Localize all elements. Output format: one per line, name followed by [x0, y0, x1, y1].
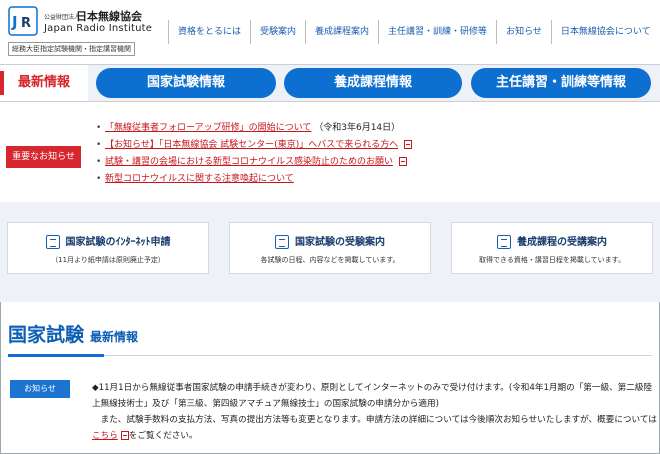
news-badge: お知らせ [10, 380, 70, 398]
notice-link[interactable]: 試験・講習の会場における新型コロナウイルス感染防止のためのお願い [105, 157, 393, 167]
brand-name-jp[interactable]: 日本無線協会 [76, 8, 142, 24]
list-item: 試験・講習の会場における新型コロナウイルス感染防止のためのお願い [96, 154, 412, 171]
section-heading: 国家試験 最新情報 [8, 320, 138, 347]
nav-item-lectures[interactable]: 主任講習・訓練・研修等 [378, 20, 496, 44]
pdf-icon [404, 140, 413, 149]
card-exam-guide[interactable]: 国家試験の受験案内 各試験の日程、内容などを掲載しています。 [229, 222, 431, 274]
card-internet-application[interactable]: 国家試験のｲﾝﾀｰﾈｯﾄ申請 （11月より紙申請は原則廃止予定） [7, 222, 209, 274]
tab-latest-news[interactable]: 最新情報 [0, 65, 88, 101]
card-desc: 各試験の日程、内容などを掲載しています。 [260, 256, 400, 264]
nav-item-news[interactable]: お知らせ [496, 20, 551, 44]
card-desc: 取得できる資格・講習日程を掲載しています。 [479, 256, 625, 264]
svg-text:J: J [11, 13, 18, 31]
book-icon [497, 235, 511, 249]
nav-item-qualification[interactable]: 資格をとるには [168, 20, 250, 44]
card-training-guide[interactable]: 養成課程の受講案内 取得できる資格・講習日程を掲載しています。 [451, 222, 653, 274]
nav-item-training-course[interactable]: 養成課程案内 [305, 20, 378, 44]
news-body: ◆11月1日から無線従事者国家試験の申請手続きが変わり、原則としてインターネット… [92, 380, 657, 444]
site-header: J R 公益財団法人 日本無線協会 Japan Radio Institute … [0, 0, 660, 64]
news-line: 上無線技術士」及び「第三級、第四級アマチュア無線技士」の国家試験の申請分から適用… [92, 399, 439, 409]
nav-item-about[interactable]: 日本無線協会について [550, 20, 660, 44]
important-list: 「無線従事者フォローアップ研修」の開始について （令和3年6月14日） 【お知ら… [96, 120, 413, 188]
jri-logo-icon[interactable]: J R [8, 6, 38, 36]
section-divider [8, 355, 652, 356]
section-divider-accent [8, 354, 104, 357]
brand-designation: 総務大臣指定試験機関・指定講習機関 [8, 42, 135, 56]
card-desc: （11月より紙申請は原則廃止予定） [51, 256, 165, 264]
tab-training-course[interactable]: 養成課程情報 [284, 68, 462, 98]
news-link-here[interactable]: こちら [92, 431, 118, 441]
list-item: 新型コロナウイルスに関する注意喚起について [96, 171, 412, 188]
news-line: また、試験手数料の支払方法、写真の提出方法等も変更となります。申請方法の詳細につ… [92, 415, 657, 425]
satellite-dish-icon [45, 235, 60, 249]
notice-link[interactable]: 【お知らせ】「日本無線協会 試験センター(東京)」へバスで来られる方へ [105, 140, 398, 150]
important-badge: 重要なお知らせ [6, 146, 81, 168]
news-line: こちら をご覧ください。 [92, 428, 652, 444]
global-nav: 資格をとるには 受験案内 養成課程案内 主任講習・訓練・研修等 お知らせ 日本無… [168, 20, 660, 44]
news-line-rest: をご覧ください。 [128, 431, 198, 441]
section-title: 国家試験 [8, 324, 85, 346]
notice-link[interactable]: 「無線従事者フォローアップ研修」の開始について [105, 123, 311, 133]
card-title: 国家試験のｲﾝﾀｰﾈｯﾄ申請 [65, 237, 171, 248]
brand-name-en[interactable]: Japan Radio Institute [44, 23, 152, 34]
pdf-icon [398, 157, 407, 166]
document-list-icon [275, 235, 289, 249]
list-item: 【お知らせ】「日本無線協会 試験センター(東京)」へバスで来られる方へ [96, 137, 413, 154]
nav-item-exam-guide[interactable]: 受験案内 [250, 20, 305, 44]
list-item: 「無線従事者フォローアップ研修」の開始について （令和3年6月14日） [96, 120, 412, 137]
notice-date: （令和3年6月14日） [314, 123, 401, 133]
card-title: 養成課程の受講案内 [517, 237, 607, 248]
card-title: 国家試験の受験案内 [295, 237, 385, 248]
svg-text:R: R [21, 16, 31, 31]
category-tabbar: 最新情報 国家試験情報 養成課程情報 主任講習・訓練等情報 [0, 64, 660, 102]
tab-lectures[interactable]: 主任講習・訓練等情報 [471, 68, 651, 98]
news-line: ◆11月1日から無線従事者国家試験の申請手続きが変わり、原則としてインターネット… [92, 383, 653, 393]
pdf-icon [120, 431, 129, 440]
section-subtitle: 最新情報 [90, 330, 139, 344]
notice-link[interactable]: 新型コロナウイルスに関する注意喚起について [105, 174, 294, 184]
tab-national-exam[interactable]: 国家試験情報 [96, 68, 276, 98]
brand-small-label: 公益財団法人 [44, 14, 81, 21]
